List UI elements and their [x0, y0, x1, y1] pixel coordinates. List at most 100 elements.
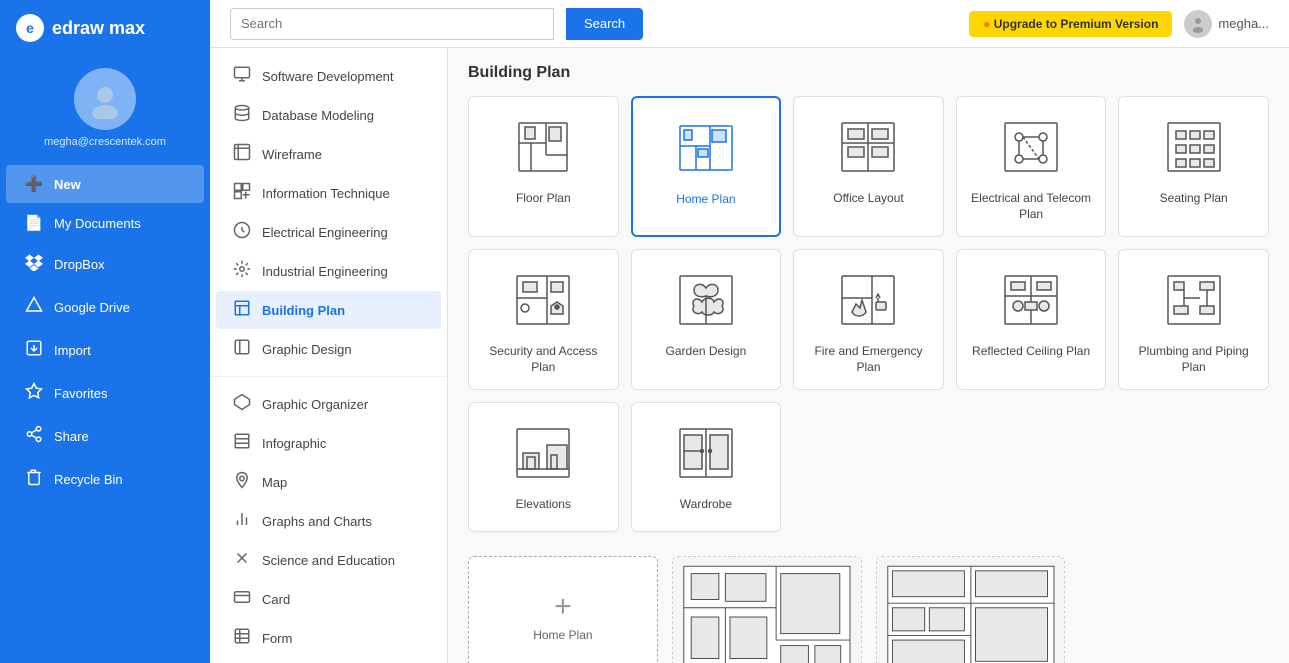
info-tech-icon	[232, 182, 252, 204]
seating-plan-icon	[1158, 111, 1230, 183]
user-menu-button[interactable]: megha...	[1184, 10, 1269, 38]
template-label-home-plan: Home Plan	[676, 192, 735, 208]
template-label-seating-plan: Seating Plan	[1160, 191, 1228, 207]
cat-label-graphic-design: Graphic Design	[262, 342, 352, 357]
graphs-charts-icon	[232, 510, 252, 532]
cat-item-card[interactable]: Card	[216, 580, 441, 618]
template-label-office-layout: Office Layout	[833, 191, 904, 207]
cat-item-map[interactable]: Map	[216, 463, 441, 501]
search-button[interactable]: Search	[566, 8, 643, 40]
my-documents-icon: 📄	[24, 214, 44, 232]
sidebar-item-label-new: New	[54, 177, 81, 192]
cat-label-database-modeling: Database Modeling	[262, 108, 374, 123]
electrical-telecom-icon	[995, 111, 1067, 183]
template-reflected-ceiling[interactable]: Reflected Ceiling Plan	[956, 249, 1107, 390]
sidebar-item-label-my-documents: My Documents	[54, 216, 141, 231]
sidebar-item-dropbox[interactable]: DropBox	[6, 243, 204, 285]
infographic-icon	[232, 432, 252, 454]
sidebar-item-share[interactable]: Share	[6, 415, 204, 457]
content-panel: Software Development Database Modeling W…	[210, 48, 1289, 663]
cat-label-infographic: Infographic	[262, 436, 326, 451]
template-seating-plan[interactable]: Seating Plan	[1118, 96, 1269, 237]
cat-item-database-modeling[interactable]: Database Modeling	[216, 96, 441, 134]
sidebar-item-label-share: Share	[54, 429, 89, 444]
recent-section: + Home Plan	[468, 556, 1269, 663]
template-fire-emergency[interactable]: Fire and Emergency Plan	[793, 249, 944, 390]
new-icon: ➕	[24, 175, 44, 193]
template-grid: Floor Plan	[468, 96, 1269, 532]
cat-item-wireframe[interactable]: Wireframe	[216, 135, 441, 173]
dropbox-icon	[24, 253, 44, 275]
sidebar-item-label-google-drive: Google Drive	[54, 300, 130, 315]
template-wardrobe[interactable]: Wardrobe	[631, 402, 782, 532]
template-security-access[interactable]: Security and Access Plan	[468, 249, 619, 390]
topbar: Search Upgrade to Premium Version megha.…	[210, 0, 1289, 48]
search-input[interactable]	[230, 8, 554, 40]
cat-item-infographic[interactable]: Infographic	[216, 424, 441, 462]
cat-label-wireframe: Wireframe	[262, 147, 322, 162]
sidebar-item-import[interactable]: Import	[6, 329, 204, 371]
cat-item-form[interactable]: Form	[216, 619, 441, 657]
upgrade-button[interactable]: Upgrade to Premium Version	[969, 11, 1172, 37]
template-label-plumbing-piping: Plumbing and Piping Plan	[1129, 344, 1258, 375]
cat-item-graphs-charts[interactable]: Graphs and Charts	[216, 502, 441, 540]
sidebar-item-google-drive[interactable]: Google Drive	[6, 286, 204, 328]
section-title: Building Plan	[468, 64, 570, 82]
sidebar-item-label-favorites: Favorites	[54, 386, 107, 401]
template-garden-design[interactable]: Garden Design	[631, 249, 782, 390]
plumbing-piping-icon	[1158, 264, 1230, 336]
template-label-electrical-telecom: Electrical and Telecom Plan	[967, 191, 1096, 222]
sidebar-item-my-documents[interactable]: 📄 My Documents	[6, 204, 204, 242]
map-icon	[232, 471, 252, 493]
reflected-ceiling-icon	[995, 264, 1067, 336]
floor-plan-icon	[507, 111, 579, 183]
cat-item-science-education[interactable]: Science and Education	[216, 541, 441, 579]
template-label-floor-plan: Floor Plan	[516, 191, 571, 207]
sidebar-item-label-recycle-bin: Recycle Bin	[54, 472, 123, 487]
template-office-layout[interactable]: Office Layout	[793, 96, 944, 237]
cat-label-industrial-engineering: Industrial Engineering	[262, 264, 388, 279]
security-access-icon	[507, 264, 579, 336]
section-header: Building Plan	[468, 64, 1269, 82]
recent-card-2[interactable]	[876, 556, 1066, 663]
sidebar-item-recycle-bin[interactable]: Recycle Bin	[6, 458, 204, 500]
graphic-organizer-icon	[232, 393, 252, 415]
cat-label-map: Map	[262, 475, 287, 490]
fire-emergency-icon	[832, 264, 904, 336]
app-logo: e edraw max	[0, 0, 210, 56]
sidebar-navigation: ➕ New 📄 My Documents DropBox Google Driv…	[0, 164, 210, 501]
google-drive-icon	[24, 296, 44, 318]
garden-design-icon	[670, 264, 742, 336]
sidebar-item-label-import: Import	[54, 343, 91, 358]
cat-item-building-plan[interactable]: Building Plan	[216, 291, 441, 329]
recent-card-1[interactable]	[672, 556, 862, 663]
template-elevations[interactable]: Elevations	[468, 402, 619, 532]
software-dev-icon	[232, 65, 252, 87]
template-floor-plan[interactable]: Floor Plan	[468, 96, 619, 237]
recent-card-new[interactable]: + Home Plan	[468, 556, 658, 663]
home-plan-icon	[670, 112, 742, 184]
cat-item-electrical-engineering[interactable]: Electrical Engineering	[216, 213, 441, 251]
favorites-icon	[24, 382, 44, 404]
graphic-design-icon	[232, 338, 252, 360]
template-label-garden-design: Garden Design	[666, 344, 747, 360]
cat-item-information-technique[interactable]: Information Technique	[216, 174, 441, 212]
user-display-name: megha...	[1218, 16, 1269, 31]
cat-item-graphic-organizer[interactable]: Graphic Organizer	[216, 385, 441, 423]
cat-label-science-education: Science and Education	[262, 553, 395, 568]
sidebar-item-new[interactable]: ➕ New	[6, 165, 204, 203]
template-label-reflected-ceiling: Reflected Ceiling Plan	[972, 344, 1090, 360]
industrial-icon	[232, 260, 252, 282]
template-plumbing-piping[interactable]: Plumbing and Piping Plan	[1118, 249, 1269, 390]
cat-item-industrial-engineering[interactable]: Industrial Engineering	[216, 252, 441, 290]
cat-item-software-development[interactable]: Software Development	[216, 57, 441, 95]
sidebar-item-favorites[interactable]: Favorites	[6, 372, 204, 414]
recent-card-image-1	[673, 557, 861, 663]
category-divider	[210, 376, 447, 377]
cat-item-graphic-design[interactable]: Graphic Design	[216, 330, 441, 368]
main-content: Search Upgrade to Premium Version megha.…	[210, 0, 1289, 663]
cat-label-electrical-engineering: Electrical Engineering	[262, 225, 388, 240]
science-icon	[232, 549, 252, 571]
template-home-plan[interactable]: Home Plan	[631, 96, 782, 237]
template-electrical-telecom[interactable]: Electrical and Telecom Plan	[956, 96, 1107, 237]
